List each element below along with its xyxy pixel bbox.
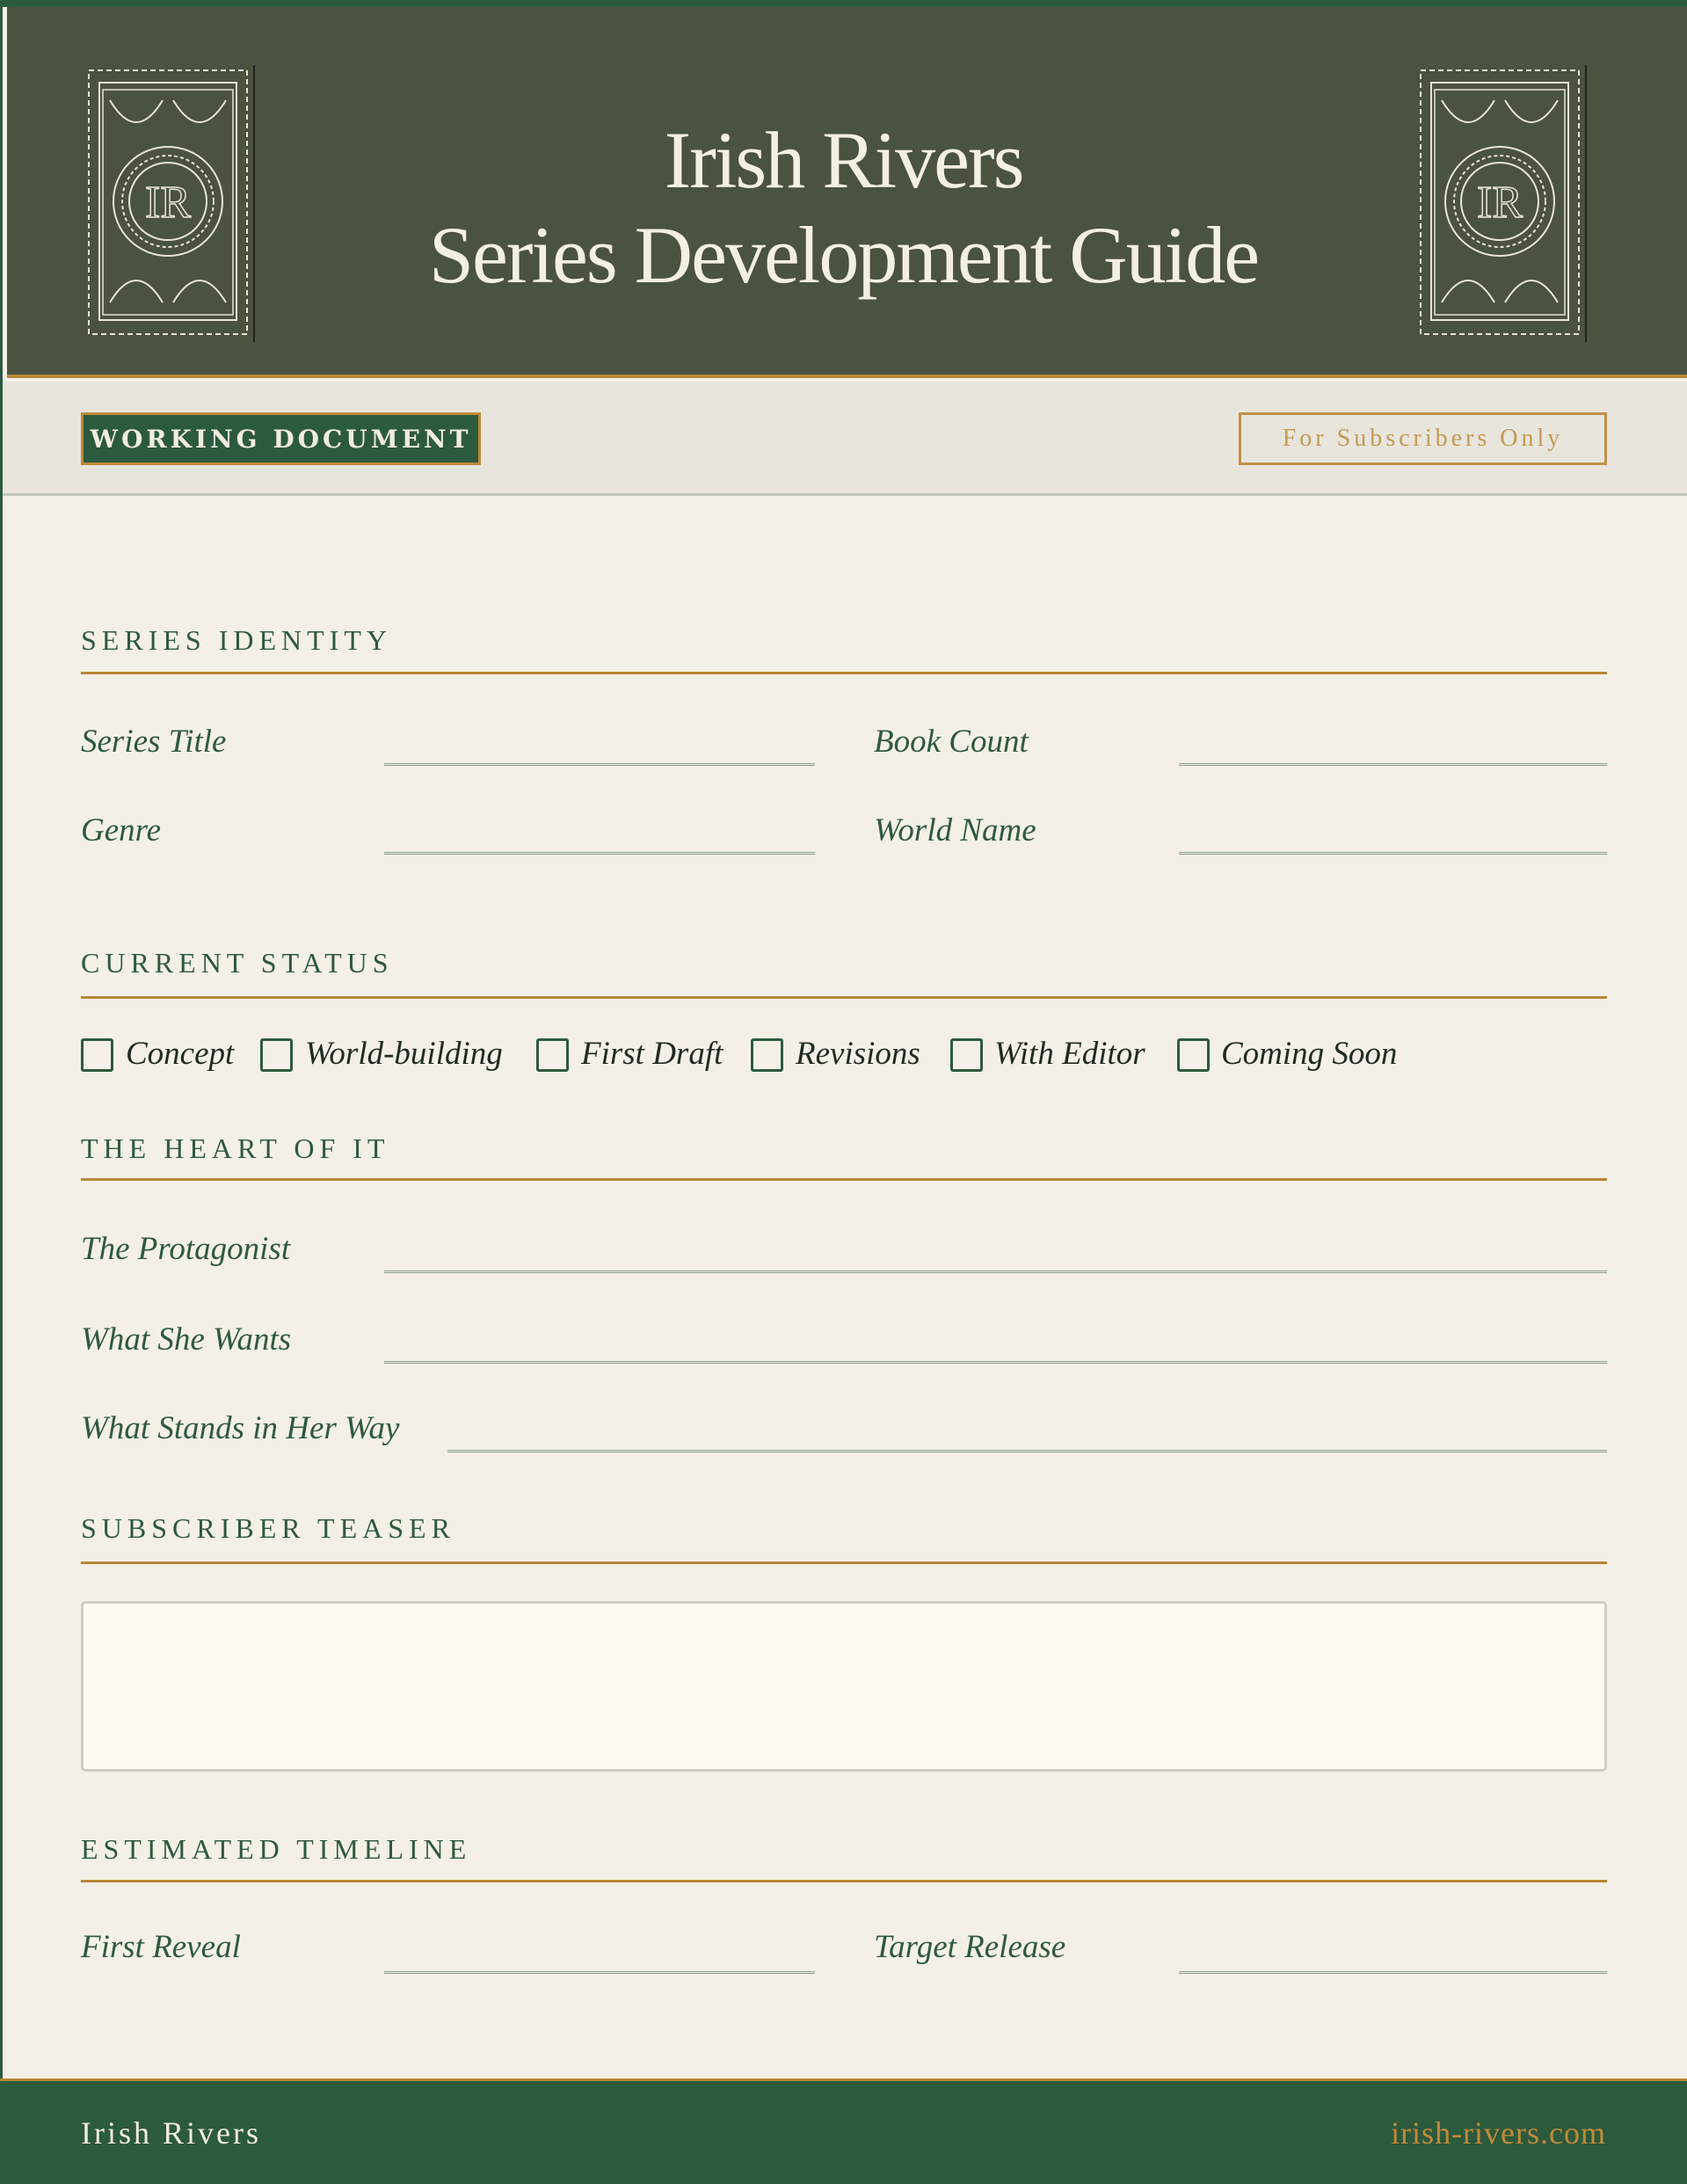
checkbox-world-building[interactable] <box>260 1038 293 1072</box>
checkbox-coming-soon[interactable] <box>1177 1038 1210 1072</box>
first-reveal-field[interactable] <box>384 1971 815 1974</box>
label-what-stands-in-her-way: What Stands in Her Way <box>81 1410 400 1446</box>
checkbox-label: Coming Soon <box>1221 1036 1398 1072</box>
subscriber-teaser-textarea[interactable] <box>81 1601 1607 1772</box>
checkbox-label: World-building <box>305 1036 503 1072</box>
section-heading-teaser: SUBSCRIBER TEASER <box>81 1512 455 1544</box>
section-heading-identity: SERIES IDENTITY <box>81 624 392 656</box>
section-heading-status: CURRENT STATUS <box>81 947 394 979</box>
book-count-field[interactable] <box>1179 763 1607 766</box>
footer-website-link[interactable]: irish-rivers.com <box>1391 2115 1606 2151</box>
label-first-reveal: First Reveal <box>81 1929 241 1965</box>
subscribers-only-badge: For Subscribers Only <box>1239 412 1607 465</box>
protagonist-field[interactable] <box>384 1270 1607 1273</box>
label-target-release: Target Release <box>874 1929 1066 1965</box>
checkbox-label: With Editor <box>994 1036 1145 1072</box>
label-world-name: World Name <box>874 812 1036 848</box>
section-rule <box>81 1562 1607 1564</box>
genre-field[interactable] <box>384 852 815 855</box>
logo-stamp-right: IR <box>1420 65 1587 342</box>
what-stands-in-her-way-field[interactable] <box>447 1450 1607 1452</box>
checkbox-revisions[interactable] <box>751 1038 783 1072</box>
series-title-field[interactable] <box>384 763 815 766</box>
label-protagonist: The Protagonist <box>81 1231 291 1267</box>
section-rule <box>81 1178 1607 1181</box>
title-line-1: Irish Rivers <box>664 115 1025 205</box>
checkbox-label: Concept <box>126 1036 235 1072</box>
footer-brand: Irish Rivers <box>81 2115 261 2151</box>
logo-stamp-left: IR <box>88 65 255 342</box>
section-rule <box>81 672 1607 674</box>
checkbox-concept[interactable] <box>81 1038 113 1072</box>
label-series-title: Series Title <box>81 724 227 760</box>
checkbox-first-draft[interactable] <box>536 1038 569 1072</box>
label-genre: Genre <box>81 812 162 848</box>
target-release-field[interactable] <box>1179 1971 1607 1974</box>
title-line-2: Series Development Guide <box>428 210 1260 300</box>
label-what-she-wants: What She Wants <box>81 1321 292 1358</box>
checkbox-label: First Draft <box>581 1036 724 1072</box>
what-she-wants-field[interactable] <box>384 1361 1607 1364</box>
section-heading-timeline: ESTIMATED TIMELINE <box>81 1833 472 1865</box>
section-rule <box>81 996 1607 999</box>
checkbox-label: Revisions <box>796 1036 920 1072</box>
section-rule <box>81 1880 1607 1882</box>
label-book-count: Book Count <box>874 724 1029 760</box>
world-name-field[interactable] <box>1179 852 1607 855</box>
working-document-badge: WORKING DOCUMENT <box>81 412 481 465</box>
section-heading-heart: THE HEART OF IT <box>81 1132 390 1164</box>
checkbox-with-editor[interactable] <box>950 1038 983 1072</box>
